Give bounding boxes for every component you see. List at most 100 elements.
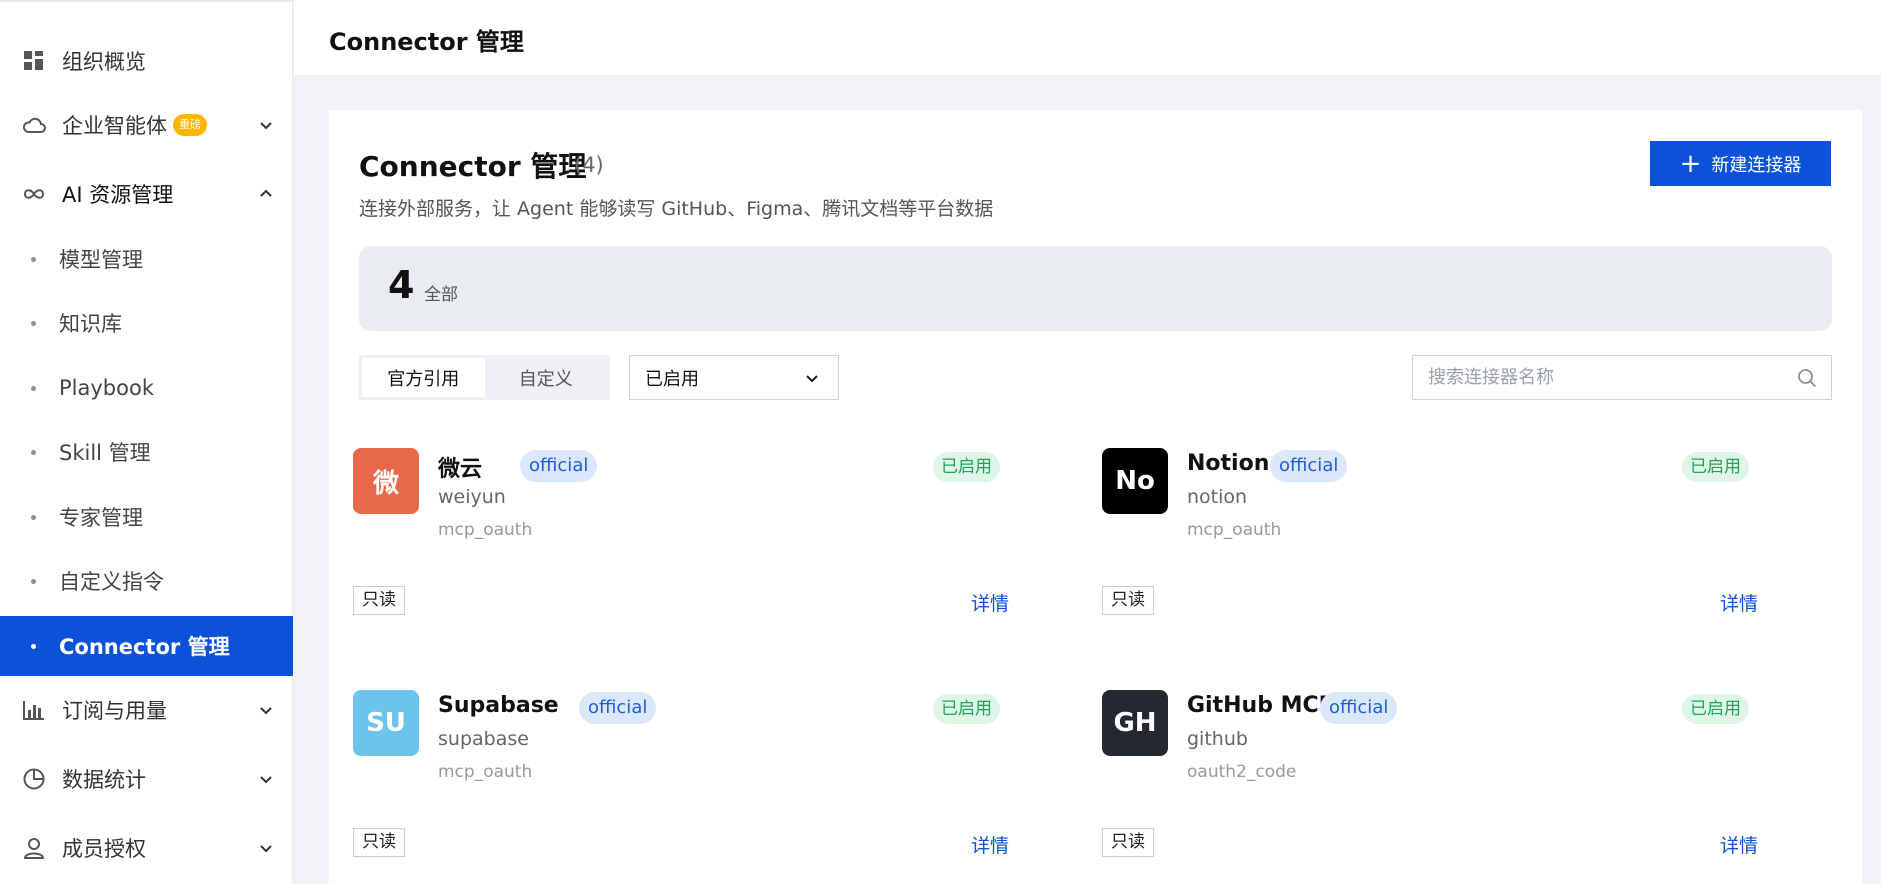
- connector-slug: github: [1187, 728, 1248, 750]
- sidebar-item-label: 知识库: [59, 312, 122, 336]
- sidebar-item-experts[interactable]: 专家管理: [0, 487, 293, 547]
- connector-logo: 微: [353, 448, 419, 514]
- new-connector-label: 新建连接器: [1711, 154, 1802, 176]
- sidebar-item-label: 数据统计: [62, 768, 146, 792]
- search-input[interactable]: [1413, 356, 1783, 399]
- official-tag: official: [1320, 692, 1398, 724]
- connector-name: GitHub MCP: [1187, 693, 1335, 718]
- sidebar-item-models[interactable]: 模型管理: [0, 229, 293, 289]
- sidebar-item-label: 专家管理: [59, 506, 143, 530]
- bar-chart-icon: [22, 698, 46, 722]
- chevron-down-icon: [258, 771, 274, 787]
- bullet-dot: [31, 578, 36, 584]
- connector-card-notion[interactable]: No Notion official notion mcp_oauth 已启用 …: [1078, 426, 1778, 656]
- connector-panel: Connector 管理 (4) 连接外部服务，让 Agent 能够读写 Git…: [329, 110, 1862, 884]
- sidebar-item-custom-instructions[interactable]: 自定义指令: [0, 551, 293, 611]
- status-badge: 已启用: [1682, 694, 1749, 724]
- sidebar-divider: [0, 0, 293, 2]
- sidebar-item-label: 自定义指令: [59, 570, 164, 594]
- infinity-icon: [22, 182, 46, 206]
- source-segmented-control: 官方引用 自定义: [359, 355, 610, 400]
- page-description: 连接外部服务，让 Agent 能够读写 GitHub、Figma、腾讯文档等平台…: [359, 198, 994, 220]
- official-tag: official: [520, 450, 598, 482]
- sidebar-item-skills[interactable]: Skill 管理: [0, 422, 293, 482]
- sidebar-item-label: 企业智能体: [62, 114, 167, 138]
- bullet-dot: [31, 256, 36, 262]
- connector-slug: supabase: [438, 728, 529, 750]
- search-box: [1412, 355, 1832, 400]
- connector-auth-type: mcp_oauth: [438, 762, 533, 782]
- sidebar-item-statistics[interactable]: 数据统计: [0, 749, 293, 809]
- stat-total: 4: [388, 263, 415, 307]
- chevron-down-icon: [258, 702, 274, 718]
- connector-card-github[interactable]: GH GitHub MCP official github oauth2_cod…: [1078, 668, 1778, 884]
- connector-slug: weiyun: [438, 486, 506, 508]
- pie-chart-icon: [22, 767, 46, 791]
- sidebar-item-label: Connector 管理: [59, 635, 230, 659]
- sidebar-item-subscription[interactable]: 订阅与用量: [0, 680, 293, 740]
- detail-link[interactable]: 详情: [971, 831, 1009, 858]
- permission-badge: 只读: [353, 828, 405, 857]
- sidebar-item-label: Playbook: [59, 376, 154, 400]
- sidebar-item-knowledge-base[interactable]: 知识库: [0, 293, 293, 353]
- sidebar-item-org-overview[interactable]: 组织概览: [0, 31, 293, 91]
- tab-custom[interactable]: 自定义: [485, 358, 608, 397]
- status-badge: 已启用: [933, 452, 1000, 482]
- detail-link[interactable]: 详情: [1720, 589, 1758, 616]
- permission-badge: 只读: [353, 586, 405, 615]
- status-badge: 已启用: [1682, 452, 1749, 482]
- sidebar-item-members[interactable]: 成员授权: [0, 818, 293, 878]
- bullet-dot: [31, 449, 36, 455]
- chevron-up-icon: [258, 186, 274, 202]
- sidebar-item-label: 模型管理: [59, 248, 143, 272]
- stat-total-label: 全部: [424, 285, 458, 305]
- status-badge: 已启用: [933, 694, 1000, 724]
- permission-badge: 只读: [1102, 586, 1154, 615]
- status-select[interactable]: 已启用: [629, 355, 839, 400]
- grid-icon: [22, 49, 46, 73]
- search-icon[interactable]: [1797, 368, 1817, 388]
- new-connector-button[interactable]: + 新建连接器: [1650, 141, 1831, 186]
- connector-name: 微云: [438, 457, 483, 482]
- sidebar-item-ai-resources[interactable]: AI 资源管理: [0, 164, 293, 224]
- user-icon: [22, 836, 46, 860]
- connector-card-supabase[interactable]: SU Supabase official supabase mcp_oauth …: [329, 668, 1029, 884]
- sidebar-item-label: 订阅与用量: [62, 699, 167, 723]
- official-tag: official: [579, 692, 657, 724]
- connector-count: (4): [574, 153, 604, 177]
- top-header: Connector 管理: [294, 0, 1881, 75]
- connector-card-weiyun[interactable]: 微 微云 official weiyun mcp_oauth 已启用 只读 详情: [329, 426, 1029, 656]
- detail-link[interactable]: 详情: [1720, 831, 1758, 858]
- connector-logo: GH: [1102, 690, 1168, 756]
- sidebar-item-playbook[interactable]: Playbook: [0, 358, 293, 418]
- chevron-down-icon: [804, 370, 820, 386]
- stats-panel: 4 全部: [359, 246, 1832, 331]
- connector-auth-type: mcp_oauth: [438, 520, 533, 540]
- chevron-down-icon: [258, 117, 274, 133]
- connector-logo: SU: [353, 690, 419, 756]
- cloud-icon: [22, 113, 46, 137]
- tab-official[interactable]: 官方引用: [362, 358, 485, 397]
- hot-badge: 重磅: [173, 114, 207, 136]
- official-tag: official: [1270, 450, 1348, 482]
- bullet-dot: [31, 320, 36, 326]
- sidebar-item-label: Skill 管理: [59, 441, 151, 465]
- chevron-down-icon: [258, 840, 274, 856]
- permission-badge: 只读: [1102, 828, 1154, 857]
- sidebar-item-label: 成员授权: [62, 837, 146, 861]
- sidebar-item-enterprise-agent[interactable]: 企业智能体 重磅: [0, 95, 293, 155]
- bullet-dot: [31, 385, 36, 391]
- bullet-dot: [31, 514, 36, 520]
- bullet-dot: [31, 643, 36, 649]
- connector-logo: No: [1102, 448, 1168, 514]
- sidebar-item-connectors[interactable]: Connector 管理: [0, 616, 293, 676]
- connector-name: Notion: [1187, 451, 1270, 476]
- connector-name: Supabase: [438, 693, 559, 718]
- header-title: Connector 管理: [329, 28, 524, 56]
- sidebar-item-label: AI 资源管理: [62, 183, 174, 207]
- plus-icon: +: [1679, 148, 1702, 179]
- connector-slug: notion: [1187, 486, 1248, 508]
- connector-auth-type: mcp_oauth: [1187, 520, 1282, 540]
- page-title: Connector 管理: [359, 150, 587, 183]
- detail-link[interactable]: 详情: [971, 589, 1009, 616]
